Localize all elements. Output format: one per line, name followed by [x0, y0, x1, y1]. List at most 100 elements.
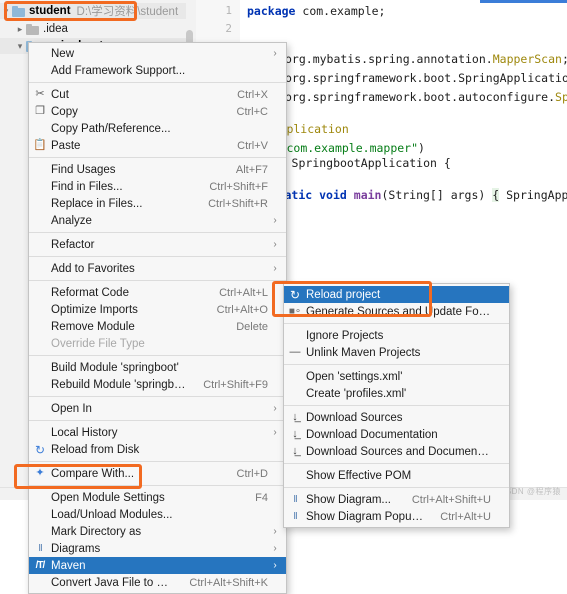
submenu-item-generate-sources-and-update-folders[interactable]: ■∘ Generate Sources and Update Folders: [284, 303, 509, 320]
menu-item-shortcut: Ctrl+Alt+O: [216, 303, 268, 316]
menu-item-diagrams[interactable]: II Diagrams ›: [29, 540, 286, 557]
menu-item-mark-directory-as[interactable]: Mark Directory as ›: [29, 523, 286, 540]
menu-item-add-to-favorites[interactable]: Add to Favorites ›: [29, 260, 286, 277]
menu-item-shortcut: Ctrl+C: [236, 105, 268, 118]
menu-item-local-history[interactable]: Local History ›: [29, 424, 286, 441]
menu-separator: [29, 485, 286, 486]
menu-item-cut[interactable]: ✂ Cut Ctrl+X: [29, 86, 286, 103]
chevron-down-icon[interactable]: ▾: [14, 41, 26, 52]
tree-row-idea[interactable]: ▸ .idea: [0, 21, 186, 37]
menu-item-icon: —: [284, 347, 306, 358]
menu-item-analyze[interactable]: Analyze ›: [29, 212, 286, 229]
menu-item-label: Copy Path/Reference...: [51, 122, 171, 135]
menu-item-label: Remove Module: [51, 320, 135, 333]
download-icon: ↓̲: [292, 411, 298, 423]
menu-item-label: Optimize Imports: [51, 303, 138, 316]
submenu-item-download-sources[interactable]: ↓̲ Download Sources: [284, 409, 509, 426]
menu-item-compare-with[interactable]: ✦ Compare With... Ctrl+D: [29, 465, 286, 482]
menu-item-find-usages[interactable]: Find Usages Alt+F7: [29, 161, 286, 178]
menu-separator: [284, 405, 509, 406]
submenu-chevron-icon: ›: [273, 403, 277, 414]
code-line: org.springframework.boot.SpringApplicati…: [285, 71, 567, 85]
menu-item-find-in-files[interactable]: Find in Files... Ctrl+Shift+F: [29, 178, 286, 195]
submenu-item-reload-project[interactable]: ↻ Reload project: [284, 286, 509, 303]
menu-item-paste[interactable]: 📋 Paste Ctrl+V: [29, 137, 286, 154]
menu-item-icon: ■∘: [284, 306, 306, 317]
menu-item-optimize-imports[interactable]: Optimize Imports Ctrl+Alt+O: [29, 301, 286, 318]
menu-item-replace-in-files[interactable]: Replace in Files... Ctrl+Shift+R: [29, 195, 286, 212]
menu-item-icon: ❐: [29, 106, 51, 117]
line-number: 1: [225, 4, 232, 17]
menu-item-icon: II: [29, 543, 51, 554]
menu-separator: [284, 463, 509, 464]
tree-item-label: .idea: [43, 23, 68, 35]
submenu-chevron-icon: ›: [273, 526, 277, 537]
menu-item-label: Open 'settings.xml': [306, 370, 403, 383]
chevron-right-icon[interactable]: ▸: [14, 24, 26, 35]
menu-item-override-file-type: Override File Type: [29, 335, 286, 352]
submenu-chevron-icon: ›: [273, 427, 277, 438]
menu-item-shortcut: Ctrl+Alt+Shift+K: [189, 576, 268, 589]
folder-icon: [12, 5, 25, 17]
menu-item-convert-java-file-to-kotlin-file[interactable]: Convert Java File to Kotlin File Ctrl+Alt…: [29, 574, 286, 591]
menu-item-icon: II: [284, 511, 306, 522]
download-icon: ↓̲: [292, 445, 298, 457]
menu-item-copy-path-reference[interactable]: Copy Path/Reference...: [29, 120, 286, 137]
menu-item-label: Create 'profiles.xml': [306, 387, 407, 400]
menu-item-label: Show Diagram Popup...: [306, 510, 427, 523]
menu-item-label: Replace in Files...: [51, 197, 143, 210]
menu-item-icon: ↓̲: [284, 412, 306, 423]
menu-item-shortcut: Ctrl+Alt+L: [219, 286, 268, 299]
menu-separator: [29, 280, 286, 281]
menu-item-refactor[interactable]: Refactor ›: [29, 236, 286, 253]
compare-icon: ✦: [35, 467, 45, 479]
menu-item-label: Local History: [51, 426, 118, 439]
menu-item-remove-module[interactable]: Remove Module Delete: [29, 318, 286, 335]
menu-item-open-in[interactable]: Open In ›: [29, 400, 286, 417]
chevron-down-icon[interactable]: ▾: [0, 6, 12, 17]
folder-icon: [26, 23, 39, 35]
menu-item-icon: ↓̲: [284, 446, 306, 457]
maven-submenu[interactable]: ↻ Reload project ■∘ Generate Sources and Up…: [283, 283, 510, 528]
tree-row-student[interactable]: ▾ student D:\学习资料\student: [0, 3, 186, 19]
code-line: package com.example;: [247, 4, 386, 18]
refresh-icon: ↻: [289, 287, 301, 302]
menu-item-label: Convert Java File to Kotlin File: [51, 576, 175, 589]
menu-item-shortcut: Ctrl+X: [237, 88, 268, 101]
submenu-item-ignore-projects[interactable]: Ignore Projects: [284, 327, 509, 344]
menu-item-reformat-code[interactable]: Reformat Code Ctrl+Alt+L: [29, 284, 286, 301]
menu-item-new[interactable]: New ›: [29, 45, 286, 62]
menu-item-reload-from-disk[interactable]: ↻ Reload from Disk: [29, 441, 286, 458]
code-line: org.mybatis.spring.annotation.MapperScan…: [285, 52, 567, 66]
submenu-item-show-diagram-popup[interactable]: II Show Diagram Popup... Ctrl+Alt+U: [284, 508, 509, 525]
submenu-item-show-effective-pom[interactable]: Show Effective POM: [284, 467, 509, 484]
menu-item-copy[interactable]: ❐ Copy Ctrl+C: [29, 103, 286, 120]
submenu-item-create-profiles-xml[interactable]: Create 'profiles.xml': [284, 385, 509, 402]
menu-item-label: Find Usages: [51, 163, 116, 176]
menu-separator: [29, 256, 286, 257]
menu-separator: [29, 157, 286, 158]
submenu-item-download-sources-and-documentation[interactable]: ↓̲ Download Sources and Documentation: [284, 443, 509, 460]
submenu-chevron-icon: ›: [273, 239, 277, 250]
submenu-item-unlink-maven-projects[interactable]: — Unlink Maven Projects: [284, 344, 509, 361]
menu-item-label: Unlink Maven Projects: [306, 346, 421, 359]
submenu-item-download-documentation[interactable]: ↓̲ Download Documentation: [284, 426, 509, 443]
copy-icon: ❐: [35, 105, 45, 117]
menu-item-label: Build Module 'springboot': [51, 361, 179, 374]
menu-item-shortcut: Delete: [236, 320, 268, 333]
editor-tab-underline: [480, 0, 567, 3]
menu-item-rebuild-module-springboot[interactable]: Rebuild Module 'springboot' Ctrl+Shift+F9: [29, 376, 286, 393]
menu-item-add-framework-support[interactable]: Add Framework Support...: [29, 62, 286, 79]
menu-item-shortcut: Ctrl+Shift+R: [208, 197, 268, 210]
menu-item-label: Reload project: [306, 288, 381, 301]
menu-item-icon: ↓̲: [284, 429, 306, 440]
menu-item-load-unload-modules[interactable]: Load/Unload Modules...: [29, 506, 286, 523]
code-line: org.springframework.boot.autoconfigure.S…: [285, 90, 567, 104]
submenu-item-open-settings-xml[interactable]: Open 'settings.xml': [284, 368, 509, 385]
menu-item-build-module-springboot[interactable]: Build Module 'springboot': [29, 359, 286, 376]
unlink-icon: —: [289, 346, 301, 358]
menu-item-maven[interactable]: /T/Maven ›: [29, 557, 286, 574]
menu-item-label: Override File Type: [51, 337, 145, 350]
menu-item-open-module-settings[interactable]: Open Module Settings F4: [29, 489, 286, 506]
context-menu[interactable]: New › Add Framework Support... ✂ Cut Ctrl+X ❐ C…: [28, 42, 287, 594]
